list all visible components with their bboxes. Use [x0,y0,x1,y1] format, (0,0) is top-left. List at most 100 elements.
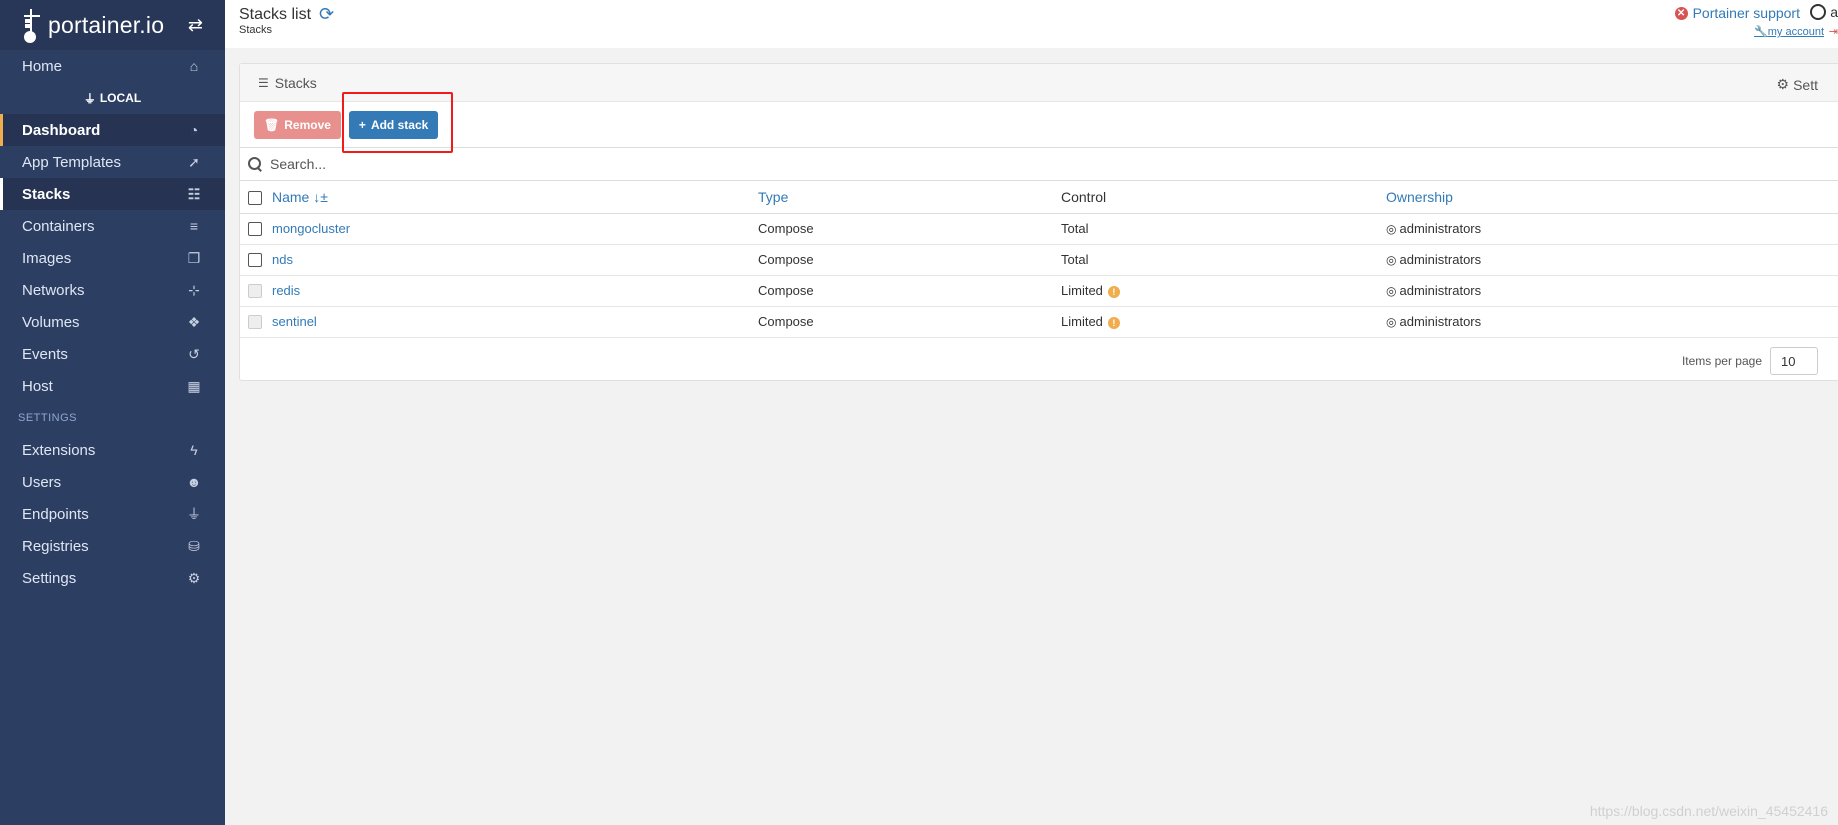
row-checkbox-disabled [248,284,262,299]
user-circle-icon [1810,4,1826,20]
stack-control-cell: Limited! [1061,306,1386,338]
sidebar-item-extensions[interactable]: Extensions ϟ [0,434,225,466]
logo[interactable]: portainer.io [22,7,188,43]
annotation-highlight-box [342,92,453,153]
row-checkbox-disabled [248,315,262,330]
settings-section-title: SETTINGS [18,412,78,424]
name-header-label: Name [272,188,310,205]
stack-name-cell: redis [272,275,758,307]
table-settings-link[interactable]: ⚙ Sett [1777,76,1818,93]
portainer-logo-icon [24,9,40,43]
history-icon: ↺ [188,345,200,362]
sidebar-item-containers[interactable]: Containers ≡ [0,210,225,242]
select-all-checkbox[interactable] [248,190,262,205]
breadcrumb: Stacks [239,24,273,36]
sidebar-item-host[interactable]: Host ▦ [0,370,225,402]
stack-ownership-cell: ◎ administrators [1386,213,1838,245]
sidebar-item-app-templates[interactable]: App Templates ➚ [0,146,225,178]
table-row: nds Compose Total ◎ administrators [240,244,1838,276]
sidebar-item-networks[interactable]: Networks ⊹ [0,274,225,306]
sidebar-item-label: Extensions [22,441,96,459]
th-icon: ▦ [187,377,201,394]
database-icon: ⛁ [188,537,200,554]
items-per-page-select[interactable]: 10 [1770,347,1818,375]
trash-icon: 🗑 [264,117,280,132]
logout-icon[interactable]: ⇥ [1829,25,1838,38]
sidebar-item-settings[interactable]: Settings ⚙ [0,562,225,594]
server-icon: ≡ [189,218,199,234]
sidebar-item-endpoints[interactable]: Endpoints ⏚ [0,498,225,530]
my-account-label: my account [1767,26,1824,38]
cubes-icon: ❖ [187,313,201,330]
eye-slash-icon: ◎ [1386,222,1397,236]
th-list-icon: ☰ [258,75,269,90]
sidebar-item-label: Containers [22,217,95,235]
sidebar-item-label: Dashboard [22,121,101,139]
support-link[interactable]: ✕ Portainer support [1674,5,1800,21]
row-select-cell [240,213,272,245]
sidebar-item-stacks[interactable]: Stacks ☷ [0,178,225,210]
stack-name-cell: nds [272,244,758,276]
settings-label: Sett [1793,76,1818,93]
stack-control-cell: Limited! [1061,275,1386,307]
row-checkbox[interactable] [248,222,262,237]
stack-type-cell: Compose [758,275,1061,307]
stack-name-link[interactable]: nds [272,252,293,267]
stack-name-link[interactable]: redis [272,283,300,298]
warning-icon: ! [1107,285,1120,298]
name-column-header[interactable]: Name ↓± [272,181,758,214]
home-icon: ⌂ [189,58,199,74]
sidebar-item-volumes[interactable]: Volumes ❖ [0,306,225,338]
ownership-value: administrators [1399,283,1482,298]
ownership-header-label: Ownership [1386,188,1453,205]
cog-icon: ⚙ [1776,76,1790,92]
widget-title: Stacks [274,74,317,91]
search-input[interactable] [270,156,670,172]
select-all-cell [240,181,272,214]
type-column-header[interactable]: Type [758,181,1061,214]
type-header-label: Type [758,188,789,205]
sidebar-item-label: Host [22,377,53,395]
stack-type-cell: Compose [758,213,1061,245]
page-title: Stacks list ⟳ [239,4,334,25]
sidebar-item-dashboard[interactable]: Dashboard ◔ [0,114,225,146]
ownership-value: administrators [1399,314,1482,329]
logo-bar: portainer.io ⇄ [0,0,225,50]
row-checkbox[interactable] [248,253,262,268]
sidebar-item-users[interactable]: Users ☻ [0,466,225,498]
stack-name-link[interactable]: mongocluster [272,221,350,236]
actions-bar: 🗑 Remove + Add stack [240,102,1838,148]
stack-type-cell: Compose [758,306,1061,338]
table-header-row: Name ↓± Type Control Ownership [240,181,1838,214]
stack-type-cell: Compose [758,244,1061,276]
stacks-table: Name ↓± Type Control Ownership mongoclus… [240,181,1838,338]
sort-icon: ↓± [313,188,328,205]
refresh-icon[interactable]: ⟳ [319,4,334,25]
page-title-text: Stacks list [239,5,312,23]
stack-control-cell: Total [1061,213,1386,245]
sidebar-item-registries[interactable]: Registries ⛁ [0,530,225,562]
exchange-icon[interactable]: ⇄ [188,15,203,36]
plug-icon: ⏚ [187,506,201,522]
stack-name-link[interactable]: sentinel [272,314,317,329]
sidebar-item-label: Settings [22,569,77,587]
endpoint-name: LOCAL [99,91,142,105]
ownership-column-header[interactable]: Ownership [1386,181,1838,214]
sidebar-item-events[interactable]: Events ↺ [0,338,225,370]
sidebar-item-label: App Templates [22,153,121,171]
ownership-value: administrators [1399,221,1482,236]
eye-slash-icon: ◎ [1386,315,1397,329]
row-select-cell [240,306,272,338]
row-select-cell [240,275,272,307]
remove-button[interactable]: 🗑 Remove [254,110,341,139]
life-ring-icon: ✕ [1674,6,1688,20]
plug-icon: ⏚ [83,91,96,106]
sidebar-item-images[interactable]: Images ❐ [0,242,225,274]
eye-slash-icon: ◎ [1386,253,1397,267]
support-label: Portainer support [1692,5,1800,21]
sidebar-item-home[interactable]: Home ⌂ [0,50,225,82]
my-account-link[interactable]: 🔧my account [1754,25,1824,38]
page-header: Stacks list ⟳ Stacks ✕ Portainer support… [225,0,1838,48]
ownership-value: administrators [1399,252,1482,267]
sidebar-item-label: Registries [22,537,89,555]
